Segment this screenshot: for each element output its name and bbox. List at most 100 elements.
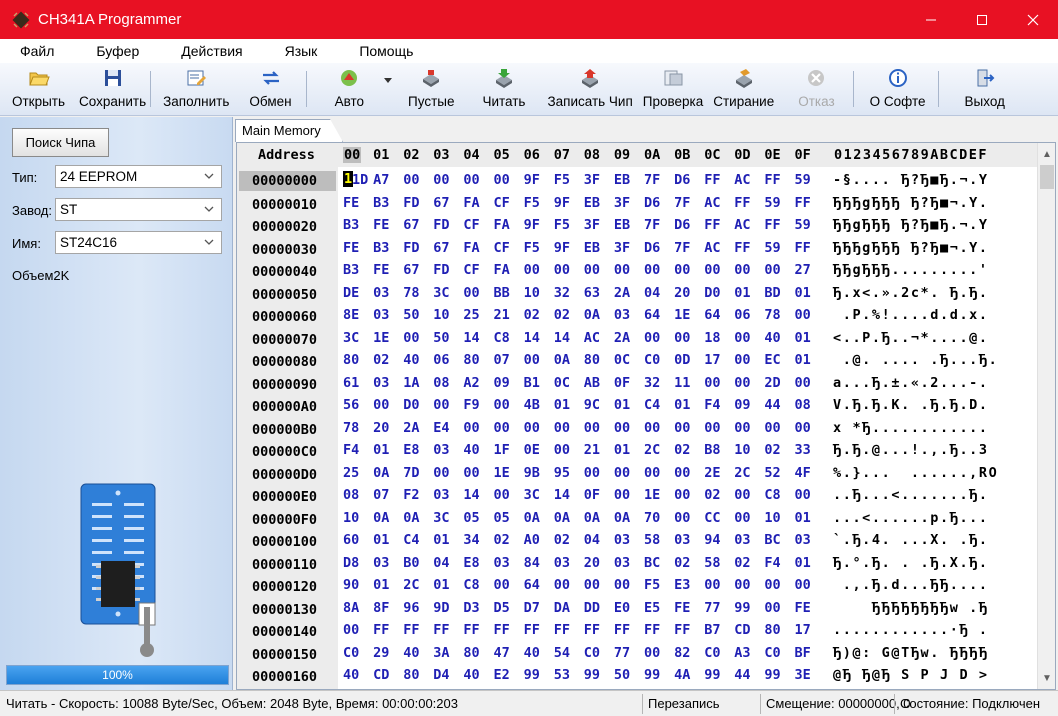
hex-byte[interactable]: C8: [463, 577, 479, 593]
hex-byte[interactable]: B7: [704, 622, 720, 638]
hex-byte[interactable]: D7: [524, 600, 540, 616]
hex-byte[interactable]: 00: [704, 375, 720, 391]
hex-byte[interactable]: 02: [734, 555, 750, 571]
hex-byte[interactable]: 3C: [433, 510, 449, 526]
hex-byte[interactable]: 00: [795, 375, 811, 391]
hex-byte[interactable]: AC: [734, 217, 750, 233]
hex-byte[interactable]: 01: [433, 532, 449, 548]
hex-byte[interactable]: 52: [764, 465, 780, 481]
hex-byte[interactable]: 20: [674, 285, 690, 301]
hex-byte[interactable]: D6: [674, 172, 690, 188]
hex-byte[interactable]: 17: [795, 622, 811, 638]
scroll-thumb[interactable]: [1040, 165, 1054, 189]
hex-byte[interactable]: 01: [373, 577, 389, 593]
hex-byte[interactable]: 96: [403, 600, 419, 616]
hex-byte[interactable]: 00: [494, 172, 510, 188]
hex-byte[interactable]: 50: [403, 307, 419, 323]
hex-byte[interactable]: EC: [764, 352, 780, 368]
hex-byte[interactable]: 01: [795, 285, 811, 301]
hex-byte[interactable]: 00: [584, 465, 600, 481]
hex-byte[interactable]: 2A: [403, 420, 419, 436]
hex-byte[interactable]: 01: [614, 397, 630, 413]
hex-byte[interactable]: 3C: [524, 487, 540, 503]
hex-byte[interactable]: 10: [764, 510, 780, 526]
hex-byte[interactable]: D4: [433, 667, 449, 683]
hex-byte[interactable]: 10: [734, 442, 750, 458]
hex-byte[interactable]: D5: [494, 600, 510, 616]
menu-help[interactable]: Помощь: [338, 43, 434, 59]
hex-byte[interactable]: 58: [644, 532, 660, 548]
hex-byte[interactable]: FA: [463, 240, 479, 256]
hex-byte[interactable]: 50: [433, 330, 449, 346]
hex-byte[interactable]: 14: [463, 487, 479, 503]
hex-byte[interactable]: FD: [403, 240, 419, 256]
hex-byte[interactable]: 1E: [494, 465, 510, 481]
hex-byte[interactable]: 10: [343, 510, 359, 526]
hex-byte[interactable]: 00: [674, 262, 690, 278]
hex-byte[interactable]: B3: [343, 262, 359, 278]
hex-byte[interactable]: 09: [734, 397, 750, 413]
hex-byte[interactable]: 80: [463, 645, 479, 661]
hex-byte[interactable]: 8E: [343, 307, 359, 323]
hex-byte[interactable]: 61: [343, 375, 359, 391]
hex-byte[interactable]: 00: [614, 465, 630, 481]
hex-byte[interactable]: B0: [403, 555, 419, 571]
row-ascii[interactable]: ЂЂЂgЂЂЂ Ђ?Ђ■¬.Y.: [833, 240, 989, 256]
hex-byte[interactable]: FD: [403, 195, 419, 211]
hex-byte[interactable]: 3C: [343, 330, 359, 346]
hex-byte[interactable]: 00: [614, 262, 630, 278]
hex-byte[interactable]: FE: [795, 600, 811, 616]
hex-byte[interactable]: 00: [584, 420, 600, 436]
hex-byte[interactable]: 10: [524, 285, 540, 301]
hex-byte[interactable]: B3: [373, 240, 389, 256]
hex-byte[interactable]: 00: [674, 420, 690, 436]
hex-byte[interactable]: 53: [554, 667, 570, 683]
hex-byte[interactable]: 2E: [704, 465, 720, 481]
hex-byte[interactable]: 59: [764, 240, 780, 256]
hex-byte[interactable]: 7F: [674, 195, 690, 211]
row-ascii[interactable]: ............·Ђ .: [833, 622, 989, 638]
hex-byte[interactable]: CF: [463, 262, 479, 278]
hex-byte[interactable]: 00: [584, 262, 600, 278]
hex-byte[interactable]: 80: [584, 352, 600, 368]
hex-byte[interactable]: 00: [463, 172, 479, 188]
hex-byte[interactable]: 00: [734, 330, 750, 346]
hex-byte[interactable]: 1A: [403, 375, 419, 391]
hex-byte[interactable]: 0F: [584, 487, 600, 503]
row-ascii[interactable]: .P.%!....d.d.x.: [833, 307, 989, 323]
hex-byte[interactable]: 03: [614, 555, 630, 571]
cancel-button[interactable]: Отказ: [798, 63, 835, 115]
minimize-button[interactable]: [905, 0, 956, 39]
row-ascii[interactable]: `.Ђ.4. ...X. .Ђ.: [833, 532, 989, 548]
hex-byte[interactable]: 02: [764, 442, 780, 458]
hex-byte[interactable]: F4: [343, 442, 359, 458]
hex-byte[interactable]: FD: [433, 217, 449, 233]
hex-byte[interactable]: D0: [704, 285, 720, 301]
hex-byte[interactable]: 00: [614, 420, 630, 436]
row-ascii[interactable]: ..Ђ...<.......Ђ.: [833, 487, 989, 503]
hex-byte[interactable]: EB: [584, 240, 600, 256]
hex-byte[interactable]: 0A: [373, 465, 389, 481]
hex-byte[interactable]: E2: [494, 667, 510, 683]
hex-editor[interactable]: Address 0123456789ABCDEF 00 01 02 03 04 05 06 0…: [236, 142, 1056, 690]
hex-byte[interactable]: E8: [403, 442, 419, 458]
hex-byte[interactable]: CF: [494, 195, 510, 211]
hex-byte[interactable]: 11: [674, 375, 690, 391]
hex-byte[interactable]: 08: [433, 375, 449, 391]
hex-byte[interactable]: 10: [433, 307, 449, 323]
hex-byte[interactable]: 67: [403, 262, 419, 278]
row-ascii[interactable]: <..P.Ђ..¬*....@.: [833, 330, 989, 346]
hex-byte[interactable]: F5: [524, 195, 540, 211]
hex-byte[interactable]: 03: [734, 532, 750, 548]
hex-byte[interactable]: 2A: [614, 285, 630, 301]
hex-byte[interactable]: 06: [433, 352, 449, 368]
row-ascii[interactable]: ...<......p.Ђ...: [833, 510, 989, 526]
hex-byte[interactable]: 01: [373, 532, 389, 548]
hex-byte[interactable]: 82: [674, 645, 690, 661]
hex-byte[interactable]: FF: [584, 622, 600, 638]
hex-byte[interactable]: 03: [614, 532, 630, 548]
hex-byte[interactable]: 44: [764, 397, 780, 413]
hex-byte[interactable]: 00: [433, 465, 449, 481]
hex-byte[interactable]: 00: [734, 262, 750, 278]
hex-byte[interactable]: 99: [644, 667, 660, 683]
